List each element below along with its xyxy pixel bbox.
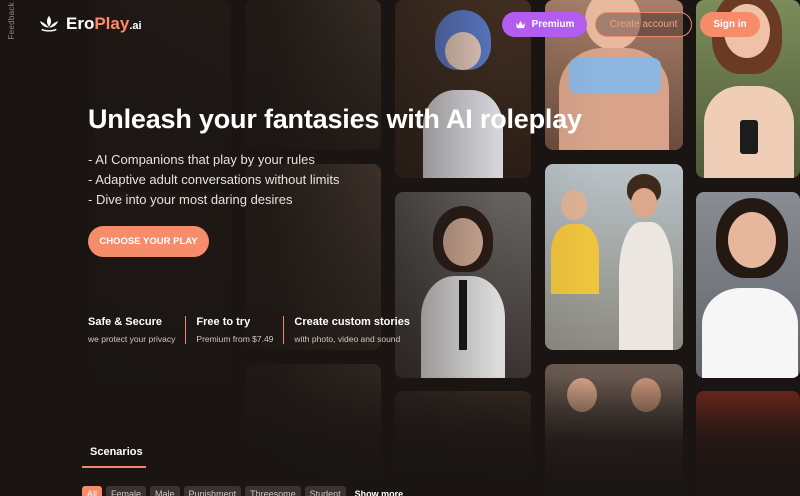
filter-chip-all[interactable]: All [82,486,103,496]
hero-bullets: - AI Companions that play by your rules … [88,150,339,210]
feedback-label: Feedback [6,2,16,40]
premium-button[interactable]: Premium [502,12,587,37]
brand-logo[interactable]: EroPlay.ai [38,14,142,34]
feature-subtitle: Premium from $7.49 [196,334,274,344]
hero-bullet: - Adaptive adult conversations without l… [88,172,340,187]
feedback-tab[interactable]: Feedback [0,0,22,40]
filter-chip-punishment[interactable]: Punishment [183,486,242,496]
filter-chip-female[interactable]: Female [106,486,147,496]
filter-chip-student[interactable]: Student [304,486,346,496]
feature-safe-secure: Safe & Secure we protect your privacy [88,316,187,344]
feature-title: Safe & Secure [88,316,162,328]
gallery-photo [245,364,381,496]
gallery-photo [545,164,683,350]
gallery-photo [395,391,531,496]
gallery-photo [545,364,683,496]
features-row: Safe & Secure we protect your privacy Fr… [88,316,430,344]
feature-title: Create custom stories [294,316,410,328]
create-account-button[interactable]: Create account [595,12,692,37]
gallery-photo [395,192,531,378]
brand-name-accent: Play [94,14,130,33]
hero-bullet: - AI Companions that play by your rules [88,152,315,167]
feature-title: Free to try [196,316,251,328]
gallery-photo [95,192,231,378]
tab-underline [82,466,146,468]
scenario-filters: All Female Male Punishment Threesome Stu… [82,486,408,496]
tab-scenarios[interactable]: Scenarios [82,446,146,468]
crown-icon [515,20,525,29]
feature-custom-stories: Create custom stories with photo, video … [294,316,420,344]
feature-subtitle: with photo, video and sound [294,334,401,344]
filter-chip-threesome[interactable]: Threesome [245,486,301,496]
lotus-icon [39,15,59,32]
hero-title: Unleash your fantasies with AI roleplay [88,104,582,134]
scenarios-label: Scenarios [90,446,143,458]
premium-label: Premium [531,19,575,30]
sign-in-button[interactable]: Sign in [700,12,760,37]
feature-subtitle: we protect your privacy [88,334,176,344]
hero-bullet: - Dive into your most daring desires [88,192,293,207]
brand-name-main: Ero [66,14,95,33]
gallery-photo [696,192,800,378]
filter-chip-male[interactable]: Male [150,486,180,496]
brand-name-suffix: .ai [129,20,142,32]
show-more-button[interactable]: Show more [350,486,409,496]
brand-name: EroPlay.ai [66,14,142,34]
gallery-photo [696,391,800,496]
feature-free-to-try: Free to try Premium from $7.49 [196,316,285,344]
choose-your-play-button[interactable]: CHOOSE YOUR PLAY [88,226,209,257]
